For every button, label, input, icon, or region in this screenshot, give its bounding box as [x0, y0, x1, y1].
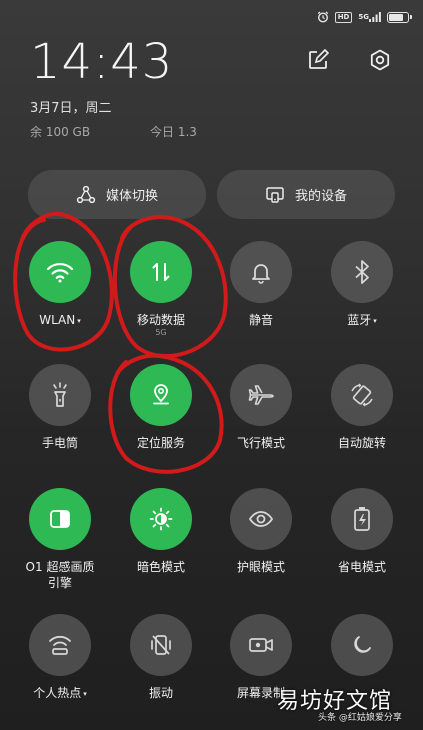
media-switch-icon: [76, 185, 96, 203]
o1-engine-label: O1 超感画质: [25, 560, 95, 574]
airplane-toggle[interactable]: [230, 364, 292, 426]
vibrate-toggle[interactable]: [130, 614, 192, 676]
tile-eye-care[interactable]: 护眼模式: [211, 488, 311, 575]
tile-dark-mode[interactable]: 暗色模式: [111, 488, 211, 575]
flashlight-toggle[interactable]: [29, 364, 91, 426]
power-saving-toggle[interactable]: [331, 488, 393, 550]
settings-button[interactable]: [367, 47, 393, 73]
my-devices-label: 我的设备: [294, 189, 347, 204]
tile-location[interactable]: 定位服务: [111, 364, 211, 451]
flashlight-icon: [53, 382, 67, 407]
auto-rotate-toggle[interactable]: [331, 364, 393, 426]
tile-o1-engine[interactable]: O1 超感画质 引擎: [10, 488, 110, 591]
tile-power-saving[interactable]: 省电模式: [312, 488, 412, 575]
eye-care-label: 护眼模式: [236, 560, 285, 574]
media-switch-label: 媒体切换: [105, 189, 158, 204]
dark-mode-label: 暗色模式: [136, 560, 185, 574]
screen-record-toggle[interactable]: [230, 614, 292, 676]
today-usage: 今日 1.3: [150, 125, 197, 139]
display-engine-icon: [50, 510, 70, 528]
clock: 14:43: [30, 34, 174, 90]
status-bar: HD 5G: [317, 8, 412, 26]
o1-engine-label-line2: 引擎: [47, 576, 72, 590]
media-switch-button[interactable]: 媒体切换: [28, 170, 206, 219]
location-label: 定位服务: [136, 436, 185, 450]
mute-label: 静音: [248, 313, 273, 327]
wlan-caret-icon[interactable]: ▾: [77, 317, 81, 325]
tile-do-not-disturb[interactable]: [312, 614, 412, 685]
video-camera-icon: [249, 638, 273, 652]
gear-icon: [370, 49, 390, 71]
o1-engine-toggle[interactable]: [29, 488, 91, 550]
vibrate-off-icon: [151, 635, 171, 655]
hotspot-label: 个人热点: [33, 686, 82, 700]
bell-icon: [252, 264, 270, 284]
moon-icon: [354, 636, 371, 653]
power-saving-label: 省电模式: [337, 560, 386, 574]
tile-hotspot[interactable]: 个人热点 ▾: [10, 614, 110, 702]
wlan-label: WLAN: [39, 313, 76, 327]
hotspot-caret-icon[interactable]: ▾: [83, 690, 87, 698]
tile-flashlight[interactable]: 手电筒: [10, 364, 110, 451]
eye-icon: [248, 511, 274, 527]
hd-voice-icon: HD: [334, 11, 353, 23]
half-sun-icon: [149, 507, 173, 531]
bluetooth-caret-icon[interactable]: ▾: [373, 317, 377, 325]
devices-icon: [266, 186, 284, 203]
mute-toggle[interactable]: [230, 241, 292, 303]
my-devices-button[interactable]: 我的设备: [217, 170, 395, 219]
airplane-label: 飞行模式: [236, 436, 285, 450]
battery-icon: [387, 11, 412, 23]
airplane-icon: [248, 385, 274, 405]
watermark-source: 头条 @红姑娘爱分享: [318, 713, 402, 723]
date: 3月7日，周二: [30, 101, 112, 116]
rotate-icon: [351, 383, 373, 407]
wifi-icon: [46, 262, 74, 283]
tile-bluetooth[interactable]: 蓝牙 ▾: [312, 241, 412, 329]
location-toggle[interactable]: [130, 364, 192, 426]
mobile-data-network: 5G: [155, 328, 167, 337]
flashlight-label: 手电筒: [41, 436, 78, 450]
edit-icon: [309, 49, 329, 69]
location-pin-icon: [153, 384, 169, 405]
hotspot-icon: [49, 635, 71, 655]
tile-airplane[interactable]: 飞行模式: [211, 364, 311, 451]
hotspot-toggle[interactable]: [29, 614, 91, 676]
tile-wlan[interactable]: WLAN ▾: [10, 241, 110, 329]
eye-care-toggle[interactable]: [230, 488, 292, 550]
dark-mode-toggle[interactable]: [130, 488, 192, 550]
signal-icon: 5G: [358, 12, 381, 22]
tile-vibrate[interactable]: 振动: [111, 614, 211, 701]
dnd-toggle[interactable]: [331, 614, 393, 676]
bluetooth-label: 蓝牙: [347, 313, 372, 327]
mobile-data-toggle[interactable]: [130, 241, 192, 303]
tile-mute[interactable]: 静音: [211, 241, 311, 328]
bluetooth-toggle[interactable]: [331, 241, 393, 303]
wlan-toggle[interactable]: [29, 241, 91, 303]
data-arrows-icon: [152, 263, 170, 281]
storage-info: 余 100 GB: [30, 125, 91, 139]
alarm-icon: [317, 11, 329, 23]
network-type-label: 5G: [358, 13, 369, 21]
vibrate-label: 振动: [148, 686, 173, 700]
bluetooth-icon: [355, 260, 369, 284]
mobile-data-label: 移动数据: [136, 313, 185, 327]
battery-saver-icon: [354, 507, 370, 531]
auto-rotate-label: 自动旋转: [337, 436, 386, 450]
tile-auto-rotate[interactable]: 自动旋转: [312, 364, 412, 451]
tile-mobile-data[interactable]: 移动数据 5G: [111, 241, 211, 338]
edit-button[interactable]: [305, 47, 331, 73]
